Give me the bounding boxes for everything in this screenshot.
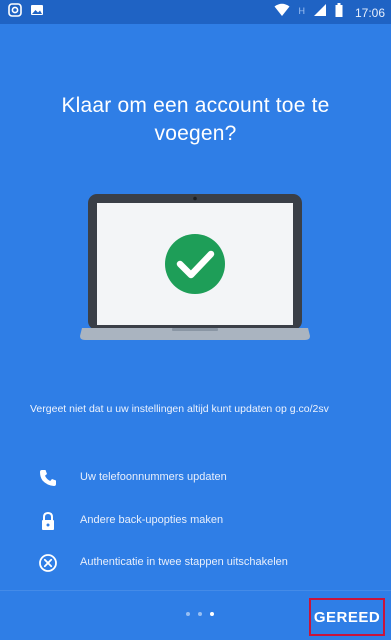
footer-bar: GEREED	[0, 590, 391, 640]
page-title: Klaar om een account toe te voegen?	[61, 94, 330, 145]
page-indicator	[186, 612, 214, 616]
page-dot	[186, 612, 190, 616]
signal-icon	[313, 3, 327, 22]
lock-icon	[38, 511, 58, 531]
laptop-check-icon	[0, 180, 391, 360]
option-label: Uw telefoonnummers updaten	[80, 471, 227, 483]
option-update-phone-numbers[interactable]: Uw telefoonnummers updaten	[0, 464, 391, 492]
settings-reminder: Vergeet niet dat u uw instellingen altij…	[30, 403, 329, 415]
image-icon	[30, 3, 44, 22]
option-backup-options[interactable]: Andere back-upopties maken	[0, 507, 391, 535]
close-circle-icon	[38, 553, 58, 573]
instagram-icon	[8, 3, 22, 22]
status-clock: 17:06	[354, 5, 385, 20]
phone-icon	[38, 468, 58, 488]
wifi-icon	[274, 3, 290, 22]
option-label: Andere back-upopties maken	[80, 514, 224, 526]
page-dot-active	[210, 612, 214, 616]
option-disable-2sv[interactable]: Authenticatie in twee stappen uitschakel…	[0, 549, 391, 577]
status-bar: H 17:06	[0, 0, 391, 24]
network-type-label: H	[298, 5, 305, 16]
option-label: Authenticatie in twee stappen uitschakel…	[80, 556, 288, 568]
page-dot	[198, 612, 202, 616]
footer-divider	[0, 590, 391, 591]
done-button[interactable]: GEREED	[309, 598, 385, 636]
battery-icon	[335, 3, 343, 22]
